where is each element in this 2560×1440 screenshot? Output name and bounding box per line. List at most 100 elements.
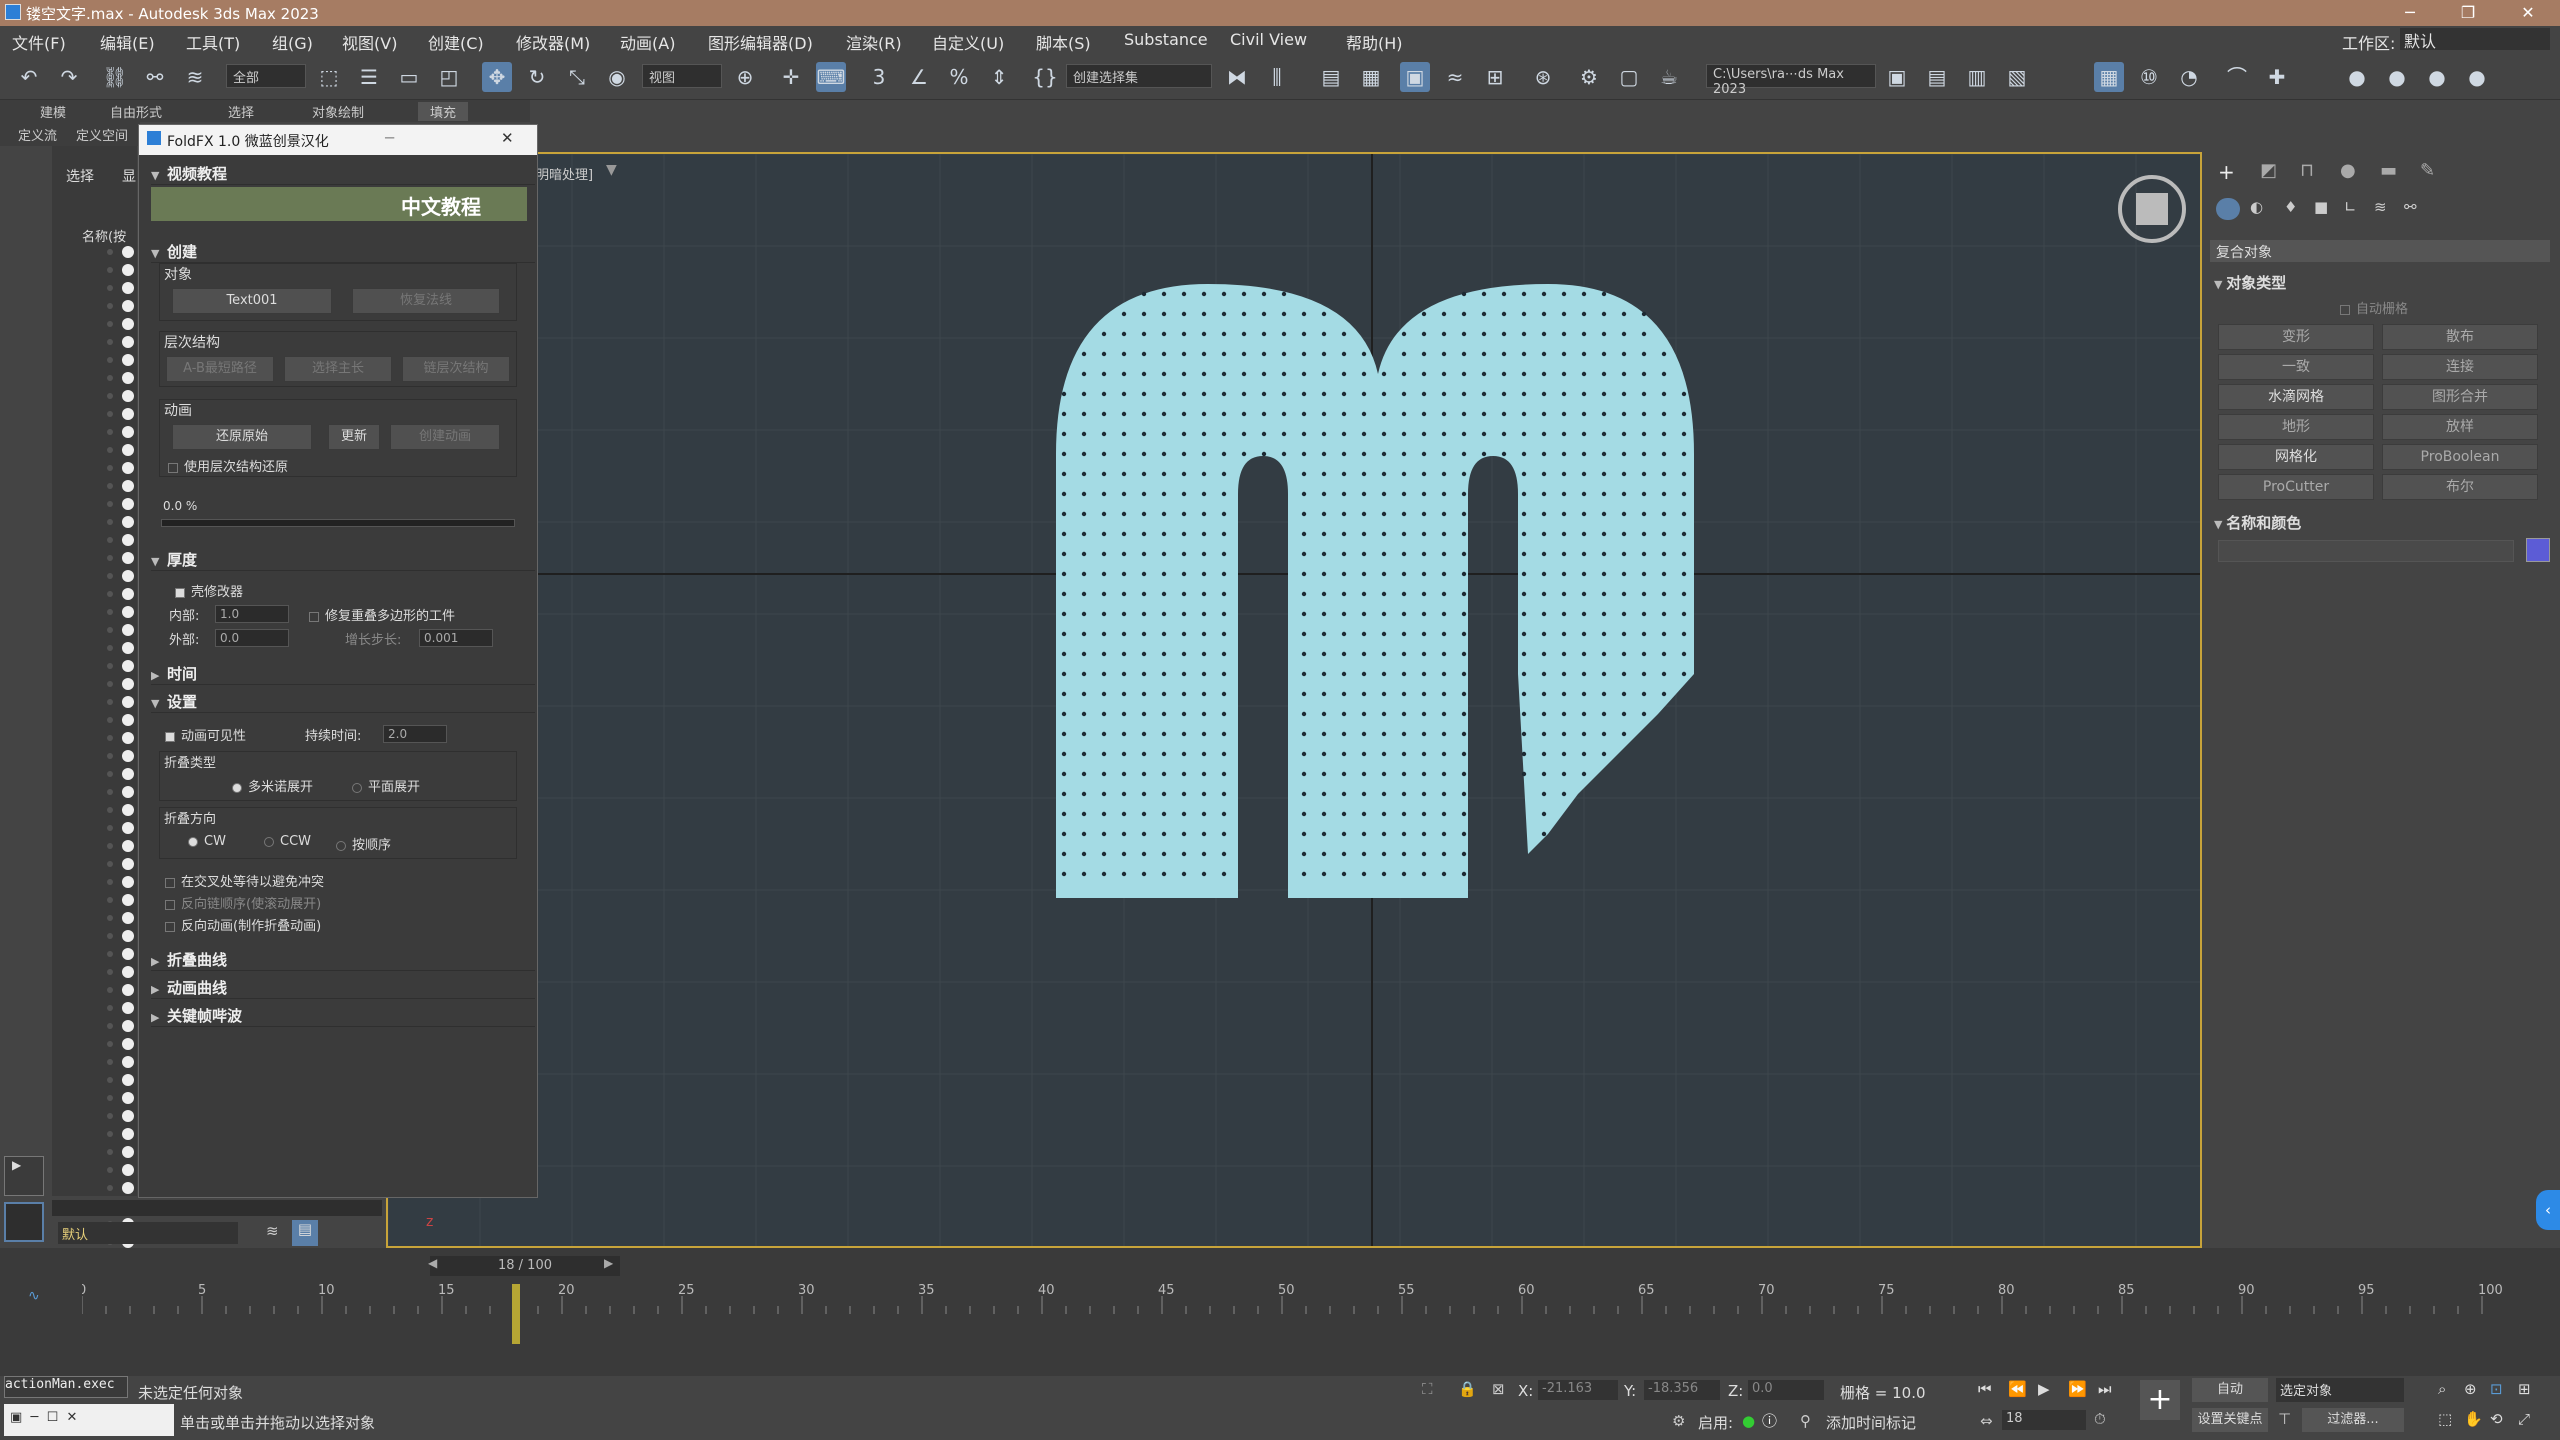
keyboard-shortcut-icon[interactable]: ⌨: [816, 62, 846, 92]
spacewarps-category-icon[interactable]: ≋: [2374, 198, 2387, 216]
layer-explorer-icon[interactable]: ▦: [1356, 62, 1386, 92]
helpers-category-icon[interactable]: ∟: [2344, 198, 2357, 216]
blobmesh-button[interactable]: 水滴网格: [2218, 384, 2374, 410]
use-hierarchy-checkbox[interactable]: 使用层次结构还原: [168, 456, 288, 475]
place-icon[interactable]: ◉: [602, 62, 632, 92]
add-icon[interactable]: ✚: [2262, 62, 2292, 92]
object-color-swatch[interactable]: [2526, 538, 2550, 562]
key-filter-selection-dropdown[interactable]: 选定对象: [2276, 1378, 2404, 1402]
render-setup-icon[interactable]: ⚙: [1574, 62, 1604, 92]
pivot-center-icon[interactable]: ⊕: [730, 62, 760, 92]
maxscript-listener[interactable]: actionMan.exec: [4, 1376, 128, 1398]
create-tab-icon[interactable]: +: [2218, 160, 2235, 184]
ribbon-toggle-icon[interactable]: ▣: [1400, 62, 1430, 92]
viewport-thumbnail[interactable]: [4, 1202, 44, 1242]
fix-polygon-checkbox[interactable]: 修复重叠多边形的工件: [309, 605, 455, 624]
open-folder-icon[interactable]: ▤: [1922, 62, 1952, 92]
auto-grid-checkbox[interactable]: 自动栅格: [2340, 298, 2408, 317]
wait-intersection-checkbox[interactable]: 在交叉处等待以避免冲突: [165, 871, 324, 890]
align-icon[interactable]: ⫼: [1262, 62, 1292, 92]
thickness-section[interactable]: ▼ 厚度: [151, 549, 535, 571]
time-slider[interactable]: 18 / 100: [430, 1256, 620, 1276]
anim-curve-section[interactable]: ▶ 动画曲线: [151, 977, 535, 999]
prev-frame-icon[interactable]: ⏪: [2008, 1380, 2027, 1398]
key-filters-icon[interactable]: ⊤: [2278, 1410, 2291, 1428]
menu-tools[interactable]: 工具(T): [186, 30, 240, 54]
object-name-field[interactable]: [2218, 540, 2514, 562]
fold-curve-section[interactable]: ▶ 折叠曲线: [151, 949, 535, 971]
play-icon[interactable]: ▶: [2038, 1380, 2050, 1398]
unlink-icon[interactable]: ⚯: [140, 62, 170, 92]
curve-editor-icon[interactable]: ≈: [1440, 62, 1470, 92]
menu-group[interactable]: 组(G): [272, 30, 313, 54]
shell-modifier-checkbox[interactable]: 壳修改器: [175, 581, 243, 600]
maxscript-window[interactable]: ▣ ─ ☐ ✕: [4, 1404, 174, 1436]
select-main-button[interactable]: 选择主长: [284, 356, 392, 382]
create-section[interactable]: ▼ 创建: [151, 241, 535, 263]
set-key-button[interactable]: 设置关键点: [2192, 1408, 2268, 1432]
perspective-viewport[interactable]: z 明暗处理] ▼: [386, 152, 2202, 1248]
filter-icon[interactable]: ▼: [606, 162, 617, 178]
object-subcategory-dropdown[interactable]: 复合对象: [2210, 240, 2550, 262]
maximize-button[interactable]: ❐: [2440, 0, 2496, 26]
iso-view-icon[interactable]: ⑩: [2134, 62, 2164, 92]
zoom-icon[interactable]: ⌕: [2438, 1380, 2446, 1398]
ribbon-tab-populate[interactable]: 填充: [418, 102, 469, 121]
connect-button[interactable]: 连接: [2382, 354, 2538, 380]
boolean-button[interactable]: 布尔: [2382, 474, 2538, 500]
modify-tab-icon[interactable]: ◩: [2260, 160, 2277, 181]
menu-scripting[interactable]: 脚本(S): [1036, 30, 1091, 54]
light-dot-icon[interactable]: ●: [2342, 62, 2372, 92]
scatter-button[interactable]: 散布: [2382, 324, 2538, 350]
menu-animation[interactable]: 动画(A): [620, 30, 675, 54]
set-key-icon[interactable]: +: [2140, 1380, 2180, 1420]
goto-start-icon[interactable]: ⏮: [1978, 1380, 1992, 1398]
zoom-extents-all-icon[interactable]: ⊞: [2518, 1380, 2531, 1398]
rotate-icon[interactable]: ↻: [522, 62, 552, 92]
object-type-rollout[interactable]: ▼ 对象类型: [2214, 272, 2286, 293]
menu-substance[interactable]: Substance: [1124, 30, 1208, 49]
schematic-view-icon[interactable]: ⊞: [1480, 62, 1510, 92]
bind-space-warp-icon[interactable]: ≋: [180, 62, 210, 92]
minimize-button[interactable]: ─: [2382, 0, 2438, 26]
time-config-icon[interactable]: ⏱: [2094, 1410, 2106, 1428]
z-coordinate-field[interactable]: 0.0: [1748, 1380, 1824, 1400]
scene-state-icon[interactable]: ▧: [2002, 62, 2032, 92]
hierarchy-tab-icon[interactable]: ⊓: [2300, 160, 2314, 181]
foldfx-minimize-button[interactable]: ─: [385, 129, 394, 147]
key-mode-icon[interactable]: ⇔: [1980, 1412, 1993, 1430]
zoom-extents-icon[interactable]: ⊡: [2490, 1380, 2503, 1398]
next-frame-icon[interactable]: ⏩: [2068, 1380, 2087, 1398]
reverse-animation-checkbox[interactable]: 反向动画(制作折叠动画): [165, 915, 321, 934]
fold-type-flat-radio[interactable]: 平面展开: [352, 776, 420, 795]
restore-normals-button[interactable]: 恢复法线: [352, 288, 500, 314]
enable-status-icon[interactable]: ●: [1742, 1412, 1755, 1430]
workspace-dropdown[interactable]: 默认: [2400, 28, 2550, 51]
time-next-icon[interactable]: ▶: [604, 1256, 613, 1270]
update-button[interactable]: 更新: [328, 424, 380, 450]
layer-dropdown[interactable]: 默认: [58, 1222, 238, 1244]
scene-tab-select[interactable]: 选择: [66, 166, 94, 186]
mesher-button[interactable]: 网格化: [2218, 444, 2374, 470]
info-icon[interactable]: ⓘ: [1762, 1410, 1777, 1431]
edit-named-selection-icon[interactable]: {}: [1030, 62, 1060, 92]
brush-icon[interactable]: ⌒: [2222, 62, 2252, 92]
shapemerge-button[interactable]: 图形合并: [2382, 384, 2538, 410]
selection-filter-dropdown[interactable]: 全部: [226, 64, 306, 88]
layer-stack-icon[interactable]: ≋: [266, 1222, 279, 1240]
light-dot-icon-3[interactable]: ●: [2422, 62, 2452, 92]
scene-explorer-icon[interactable]: ▤: [1316, 62, 1346, 92]
shapes-category-icon[interactable]: ◐: [2250, 198, 2263, 216]
menu-create[interactable]: 创建(C): [428, 30, 484, 54]
curve-editor-mini-icon[interactable]: ∿: [28, 1288, 40, 1304]
link-icon[interactable]: ⛓: [100, 62, 130, 92]
light-dot-icon-2[interactable]: ●: [2382, 62, 2412, 92]
shortest-path-button[interactable]: A-B最短路径: [166, 356, 274, 382]
fold-type-domino-radio[interactable]: 多米诺展开: [232, 776, 313, 795]
menu-view[interactable]: 视图(V): [342, 30, 397, 54]
display-tab-icon[interactable]: ▬: [2380, 160, 2397, 181]
time-section[interactable]: ▶ 时间: [151, 663, 535, 685]
foldfx-close-button[interactable]: ✕: [501, 129, 514, 147]
subtab-space[interactable]: 定义空间: [76, 125, 128, 144]
adaptive-degradation-icon[interactable]: ⚙: [1672, 1412, 1685, 1430]
